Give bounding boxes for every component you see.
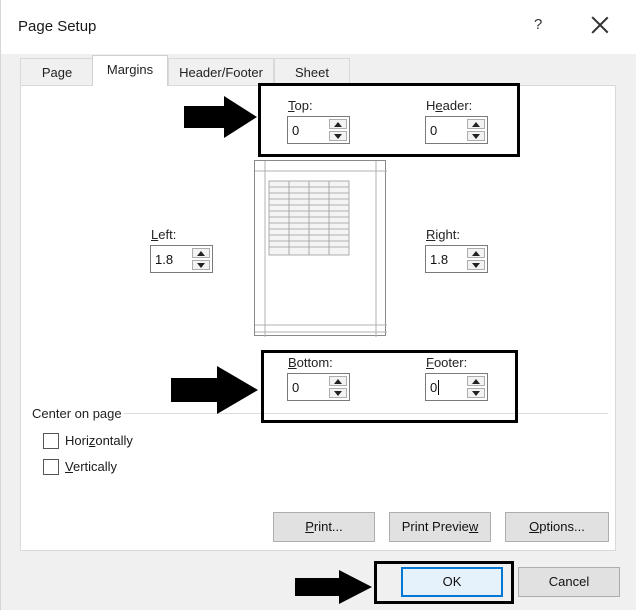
right-label: Right:	[426, 227, 460, 242]
close-icon[interactable]	[589, 14, 611, 36]
print-preview-button[interactable]: Print Preview	[389, 512, 491, 542]
cancel-button[interactable]: Cancel	[518, 567, 620, 597]
vertically-checkbox[interactable]	[43, 459, 59, 475]
annotation-box-top-header	[258, 83, 520, 157]
tab-sheet[interactable]: Sheet	[274, 58, 350, 86]
left-label: Left:	[151, 227, 177, 242]
tab-margins[interactable]: Margins	[92, 55, 168, 86]
horizontally-label[interactable]: Horizontally	[65, 433, 133, 448]
center-on-page-label: Center on page	[32, 406, 122, 421]
tab-page[interactable]: Page	[20, 58, 94, 86]
arrow-right-icon	[171, 366, 258, 414]
options-button[interactable]: Options...	[505, 512, 609, 542]
left-decrease-button[interactable]	[192, 260, 210, 270]
help-button[interactable]: ?	[534, 16, 542, 33]
page-setup-dialog: Page Setup ? Page Margins Header/Footer …	[0, 0, 636, 610]
horizontally-checkbox[interactable]	[43, 433, 59, 449]
vertically-label[interactable]: Vertically	[65, 459, 117, 474]
arrow-right-icon	[184, 96, 257, 138]
right-margin-spinner[interactable]: 1.8	[425, 245, 488, 273]
print-button[interactable]: Print...	[273, 512, 375, 542]
page-preview-graphic	[255, 161, 387, 337]
dialog-title: Page Setup	[18, 18, 97, 35]
arrow-right-icon	[295, 570, 372, 604]
left-margin-value[interactable]: 1.8	[155, 252, 173, 267]
page-preview	[254, 160, 387, 337]
tab-header-footer[interactable]: Header/Footer	[168, 58, 274, 86]
left-margin-spinner[interactable]: 1.8	[150, 245, 213, 273]
right-decrease-button[interactable]	[467, 260, 485, 270]
title-bar: Page Setup ?	[1, 0, 636, 54]
annotation-box-bottom-footer	[261, 350, 518, 423]
right-margin-value[interactable]: 1.8	[430, 252, 448, 267]
left-increase-button[interactable]	[192, 248, 210, 258]
annotation-box-ok	[374, 561, 514, 604]
right-increase-button[interactable]	[467, 248, 485, 258]
